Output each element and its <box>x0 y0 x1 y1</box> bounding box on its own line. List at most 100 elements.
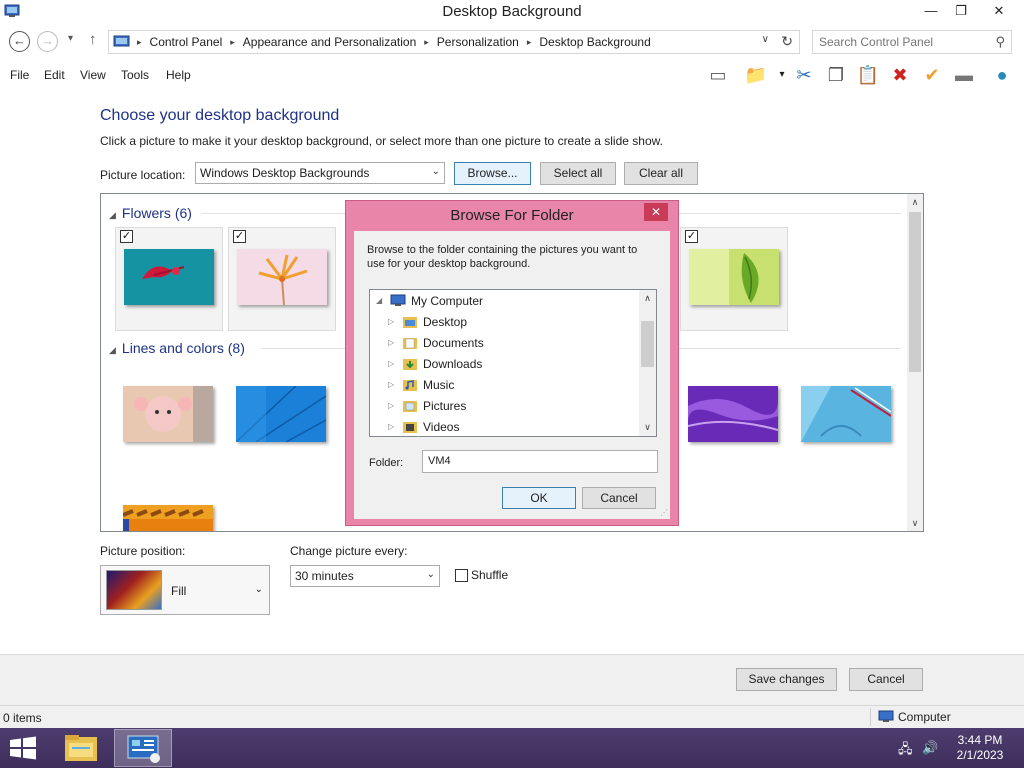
forward-button[interactable]: → <box>37 31 58 52</box>
chevron-down-icon: ⌄ <box>431 166 440 177</box>
shuffle-checkbox[interactable] <box>455 569 468 582</box>
tile-checkbox[interactable]: ✓ <box>233 230 246 243</box>
wallpaper-tile[interactable] <box>793 359 901 463</box>
collapsed-icon[interactable]: ▷ <box>388 380 398 389</box>
folder-input[interactable]: VM4 <box>422 450 658 473</box>
scroll-up-icon[interactable]: ∧ <box>907 194 923 210</box>
tree-item-label: Pictures <box>423 398 467 413</box>
minimize-button[interactable]: — <box>916 0 946 22</box>
taskbar-control-panel[interactable] <box>114 729 172 767</box>
wallpaper-tile[interactable] <box>115 359 223 463</box>
recent-locations-button[interactable]: ▾ <box>68 33 73 44</box>
collapsed-icon[interactable]: ▷ <box>388 422 398 431</box>
system-clock[interactable]: 3:44 PM 2/1/2023 <box>950 733 1010 763</box>
chevron-right-icon[interactable]: ▸ <box>424 37 429 48</box>
breadcrumb: ▸ Control Panel ▸ Appearance and Persona… <box>113 35 659 49</box>
clear-all-button[interactable]: Clear all <box>624 162 698 185</box>
wallpaper-thumbnail <box>123 505 213 531</box>
wallpaper-tile[interactable] <box>228 359 336 463</box>
scroll-up-icon[interactable]: ∧ <box>639 290 656 307</box>
breadcrumb-control-panel[interactable]: Control Panel <box>150 35 223 49</box>
address-bar[interactable]: ▸ Control Panel ▸ Appearance and Persona… <box>108 30 800 54</box>
breadcrumb-appearance-and-personalization[interactable]: Appearance and Personalization <box>243 35 416 49</box>
group-header-lines-and-colors[interactable]: ◢ Lines and colors (8) <box>109 340 245 356</box>
dialog-close-button[interactable]: ✕ <box>644 203 668 221</box>
search-box[interactable]: ⚲ <box>812 30 1012 54</box>
network-icon[interactable]: 🖧 <box>898 740 913 762</box>
breadcrumb-personalization[interactable]: Personalization <box>437 35 519 49</box>
shuffle-label[interactable]: Shuffle <box>471 568 508 582</box>
collapse-icon[interactable]: ◢ <box>109 345 116 355</box>
collapse-icon[interactable]: ◢ <box>109 210 116 220</box>
cancel-button[interactable]: Cancel <box>849 668 923 691</box>
chevron-down-icon[interactable]: ∨ <box>762 34 769 45</box>
chevron-right-icon[interactable]: ▸ <box>527 37 532 48</box>
scroll-down-icon[interactable]: ∨ <box>639 419 656 436</box>
wallpaper-tile[interactable] <box>115 478 223 531</box>
globe-icon[interactable]: ● <box>990 64 1014 88</box>
layout-icon[interactable]: ▭ <box>706 64 730 88</box>
properties-icon[interactable]: ▬ <box>952 64 976 88</box>
close-button[interactable]: ✕ <box>984 0 1014 22</box>
collapsed-icon[interactable]: ▷ <box>388 359 398 368</box>
group-header-flowers[interactable]: ◢ Flowers (6) <box>109 205 192 221</box>
collapsed-icon[interactable]: ▷ <box>388 317 398 326</box>
menu-edit[interactable]: Edit <box>44 68 65 82</box>
cut-icon[interactable]: ✂ <box>792 64 816 88</box>
tree-scrollbar[interactable]: ∧ ∨ <box>639 290 656 436</box>
picture-position-select[interactable]: Fill ⌄ <box>100 565 270 615</box>
scroll-down-icon[interactable]: ∨ <box>907 515 923 531</box>
page-title: Choose your desktop background <box>100 107 340 124</box>
checkmark-icon[interactable]: ✔ <box>920 64 944 88</box>
tree-item-downloads[interactable]: ▷ Downloads <box>388 353 482 374</box>
save-changes-button[interactable]: Save changes <box>736 668 837 691</box>
select-all-button[interactable]: Select all <box>540 162 616 185</box>
back-button[interactable]: ← <box>9 31 30 52</box>
tree-item-videos[interactable]: ▷ Videos <box>388 416 459 436</box>
ok-button[interactable]: OK <box>502 487 576 509</box>
dialog-cancel-button[interactable]: Cancel <box>582 487 656 509</box>
collapsed-icon[interactable]: ▷ <box>388 401 398 410</box>
scrollbar-thumb[interactable] <box>909 212 921 372</box>
gallery-scrollbar[interactable]: ∧ ∨ <box>907 194 923 531</box>
expanded-icon[interactable]: ◢ <box>376 296 386 305</box>
copy-icon[interactable]: ❐ <box>824 64 848 88</box>
up-button[interactable]: ↑ <box>89 31 97 48</box>
breadcrumb-desktop-background[interactable]: Desktop Background <box>539 35 650 49</box>
browse-button[interactable]: Browse... <box>454 162 531 185</box>
restore-button[interactable]: ❐ <box>946 0 976 22</box>
chevron-down-icon[interactable]: ▾ <box>770 64 794 88</box>
windows-start-icon[interactable] <box>8 736 38 760</box>
menu-tools[interactable]: Tools <box>121 68 149 82</box>
tree-item-documents[interactable]: ▷ Documents <box>388 332 484 353</box>
search-icon[interactable]: ⚲ <box>995 34 1005 50</box>
tree-item-music[interactable]: ▷ Music <box>388 374 454 395</box>
picture-position-label: Picture position: <box>100 544 186 558</box>
wallpaper-tile[interactable]: ✓ <box>115 227 223 331</box>
menu-file[interactable]: File <box>10 68 29 82</box>
collapsed-icon[interactable]: ▷ <box>388 338 398 347</box>
search-input[interactable] <box>819 32 989 52</box>
menu-help[interactable]: Help <box>166 68 191 82</box>
folder-options-icon[interactable]: 📁 <box>744 64 768 88</box>
tile-checkbox[interactable]: ✓ <box>685 230 698 243</box>
menu-bar: File Edit View Tools Help ▭ 📁 ▾ ✂ ❐ 📋 ✖ … <box>0 60 1024 90</box>
tile-checkbox[interactable]: ✓ <box>120 230 133 243</box>
chevron-right-icon[interactable]: ▸ <box>230 37 235 48</box>
wallpaper-tile[interactable]: ✓ <box>680 227 788 331</box>
menu-view[interactable]: View <box>80 68 106 82</box>
tree-item-pictures[interactable]: ▷ Pictures <box>388 395 466 416</box>
wallpaper-tile[interactable] <box>680 359 788 463</box>
tree-item-desktop[interactable]: ▷ Desktop <box>388 311 467 332</box>
taskbar-file-explorer[interactable] <box>52 729 110 767</box>
delete-icon[interactable]: ✖ <box>888 64 912 88</box>
paste-icon[interactable]: 📋 <box>856 64 880 88</box>
picture-location-select[interactable]: Windows Desktop Backgrounds ⌄ <box>195 162 445 184</box>
change-interval-select[interactable]: 30 minutes ⌄ <box>290 565 440 587</box>
refresh-icon[interactable]: ↻ <box>781 33 793 50</box>
scrollbar-thumb[interactable] <box>641 321 654 367</box>
volume-icon[interactable]: 🔊 <box>922 740 938 756</box>
wallpaper-tile[interactable]: ✓ <box>228 227 336 331</box>
resize-grip-icon[interactable]: ⋰ <box>660 508 668 517</box>
tree-item-my-computer[interactable]: ◢ My Computer <box>376 290 483 311</box>
